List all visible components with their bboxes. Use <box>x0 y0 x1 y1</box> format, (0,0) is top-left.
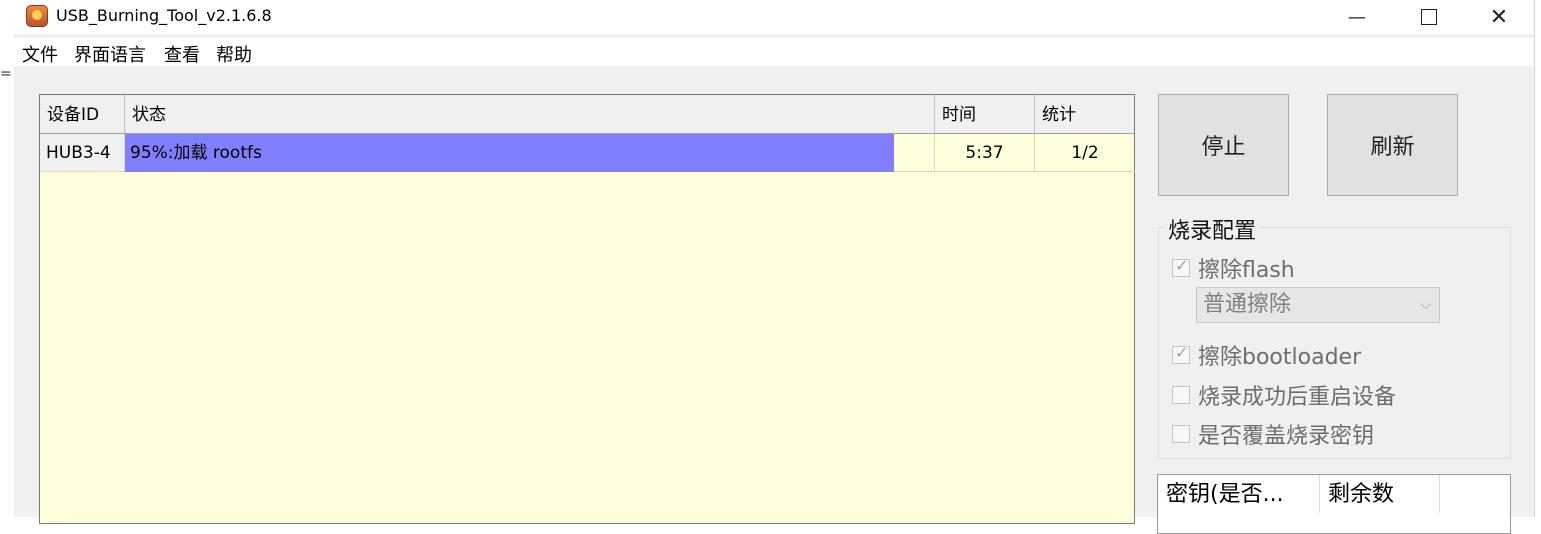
erase-mode-select[interactable]: 普通擦除 ⌵ <box>1196 287 1440 323</box>
erase-mode-value: 普通擦除 <box>1203 292 1292 317</box>
erase-bootloader-checkbox[interactable] <box>1172 343 1190 364</box>
erase-bootloader-label: 擦除bootloader <box>1198 345 1362 370</box>
chevron-down-icon: ⌵ <box>1420 297 1431 313</box>
overwrite-key-option[interactable]: 是否覆盖烧录密钥 <box>1172 418 1374 450</box>
column-header-count[interactable]: 统计 <box>1035 95 1135 133</box>
device-id-cell: HUB3-4 <box>40 134 125 172</box>
burn-config-label: 烧录配置 <box>1166 213 1259 245</box>
column-header-device-id[interactable]: 设备ID <box>40 95 125 133</box>
menu-help[interactable]: 帮助 <box>216 41 252 67</box>
reboot-after-label: 烧录成功后重启设备 <box>1198 385 1397 410</box>
reboot-after-option[interactable]: 烧录成功后重启设备 <box>1172 379 1396 411</box>
background-glyph: = <box>0 66 12 82</box>
device-list[interactable]: 设备ID 状态 时间 统计 HUB3-4 95%:加载 rootfs 5:37 … <box>39 94 1135 524</box>
erase-flash-label: 擦除flash <box>1198 258 1295 283</box>
refresh-button[interactable]: 刷新 <box>1327 94 1458 196</box>
minimize-icon: — <box>1348 6 1366 28</box>
overwrite-key-checkbox[interactable] <box>1172 425 1190 443</box>
key-table[interactable]: 密钥(是否... 剩余数 <box>1157 474 1511 534</box>
column-header-key[interactable]: 密钥(是否... <box>1158 475 1320 513</box>
title-bar: USB_Burning_Tool_v2.1.6.8 — ✕ <box>14 0 1534 34</box>
stop-button[interactable]: 停止 <box>1158 94 1289 196</box>
column-header-time[interactable]: 时间 <box>935 95 1035 133</box>
menu-bar: 文件 界面语言 查看 帮助 <box>14 38 1534 66</box>
status-cell: 95%:加载 rootfs <box>125 134 935 172</box>
window-title: USB_Burning_Tool_v2.1.6.8 <box>56 6 272 25</box>
minimize-button[interactable]: — <box>1334 0 1380 34</box>
overwrite-key-label: 是否覆盖烧录密钥 <box>1198 424 1375 449</box>
column-header-status[interactable]: 状态 <box>125 95 935 133</box>
maximize-button[interactable] <box>1406 0 1452 34</box>
erase-flash-option[interactable]: 擦除flash <box>1172 252 1295 284</box>
background-window-strip: = <box>0 0 14 517</box>
maximize-icon <box>1421 9 1437 25</box>
erase-bootloader-option[interactable]: 擦除bootloader <box>1172 339 1361 371</box>
close-icon: ✕ <box>1489 4 1509 30</box>
menu-language[interactable]: 界面语言 <box>74 41 146 67</box>
app-icon <box>26 5 48 27</box>
time-cell: 5:37 <box>935 134 1035 172</box>
reboot-after-checkbox[interactable] <box>1172 386 1190 404</box>
menu-view[interactable]: 查看 <box>164 41 200 67</box>
erase-flash-checkbox[interactable] <box>1172 256 1190 277</box>
table-row[interactable]: HUB3-4 95%:加载 rootfs 5:37 1/2 <box>40 134 1135 172</box>
column-header-remaining[interactable]: 剩余数 <box>1320 475 1440 513</box>
menu-file[interactable]: 文件 <box>22 41 58 67</box>
close-button[interactable]: ✕ <box>1476 0 1522 34</box>
app-window: USB_Burning_Tool_v2.1.6.8 — ✕ 文件 界面语言 查看… <box>14 0 1535 534</box>
list-header: 设备ID 状态 时间 统计 <box>40 95 1134 134</box>
status-text: 95%:加载 rootfs <box>130 143 262 163</box>
count-cell: 1/2 <box>1035 134 1135 172</box>
